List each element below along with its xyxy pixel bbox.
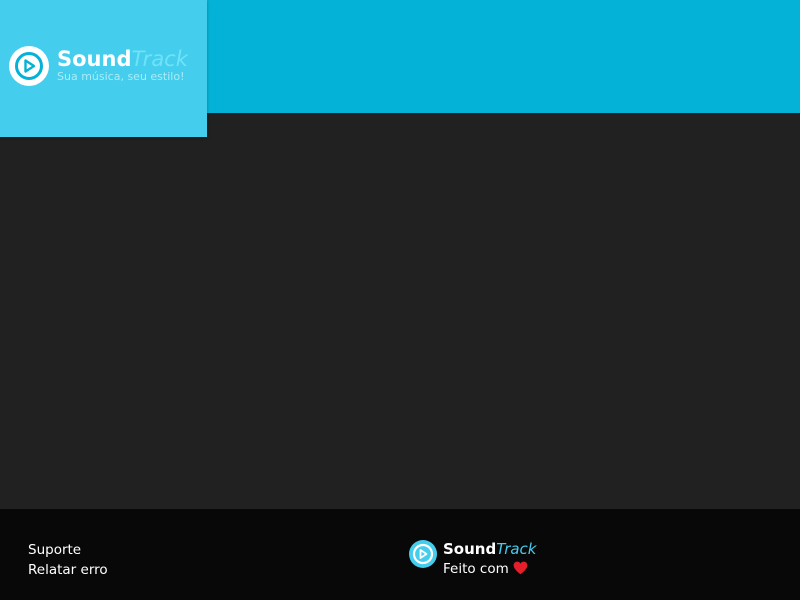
footer-brand: SoundTrack Feito com	[409, 539, 629, 579]
made-with-text: Feito com	[443, 559, 528, 579]
brand-logo-text: SoundTrack	[57, 45, 188, 73]
footer-brand-name-part2: Track	[496, 540, 537, 558]
brand-tagline: Sua música, seu estilo!	[57, 70, 185, 83]
heart-icon	[513, 561, 528, 575]
page: SoundTrack Sua música, seu estilo! Supor…	[0, 0, 800, 600]
report-error-link[interactable]: Relatar erro	[28, 560, 108, 580]
play-circle-icon	[409, 540, 437, 568]
made-with-label: Feito com	[443, 561, 509, 577]
footer-links: Suporte Relatar erro	[28, 540, 108, 580]
footer-brand-name-part1: Sound	[443, 540, 497, 558]
brand-name-part1: Sound	[57, 47, 132, 71]
play-circle-icon	[9, 46, 49, 86]
support-link[interactable]: Suporte	[28, 540, 108, 560]
footer-brand-logo-text: SoundTrack	[443, 539, 537, 559]
footer: Suporte Relatar erro SoundTrack Feito co…	[0, 509, 800, 600]
brand-name-part2: Track	[131, 47, 188, 71]
main-content	[0, 113, 800, 509]
